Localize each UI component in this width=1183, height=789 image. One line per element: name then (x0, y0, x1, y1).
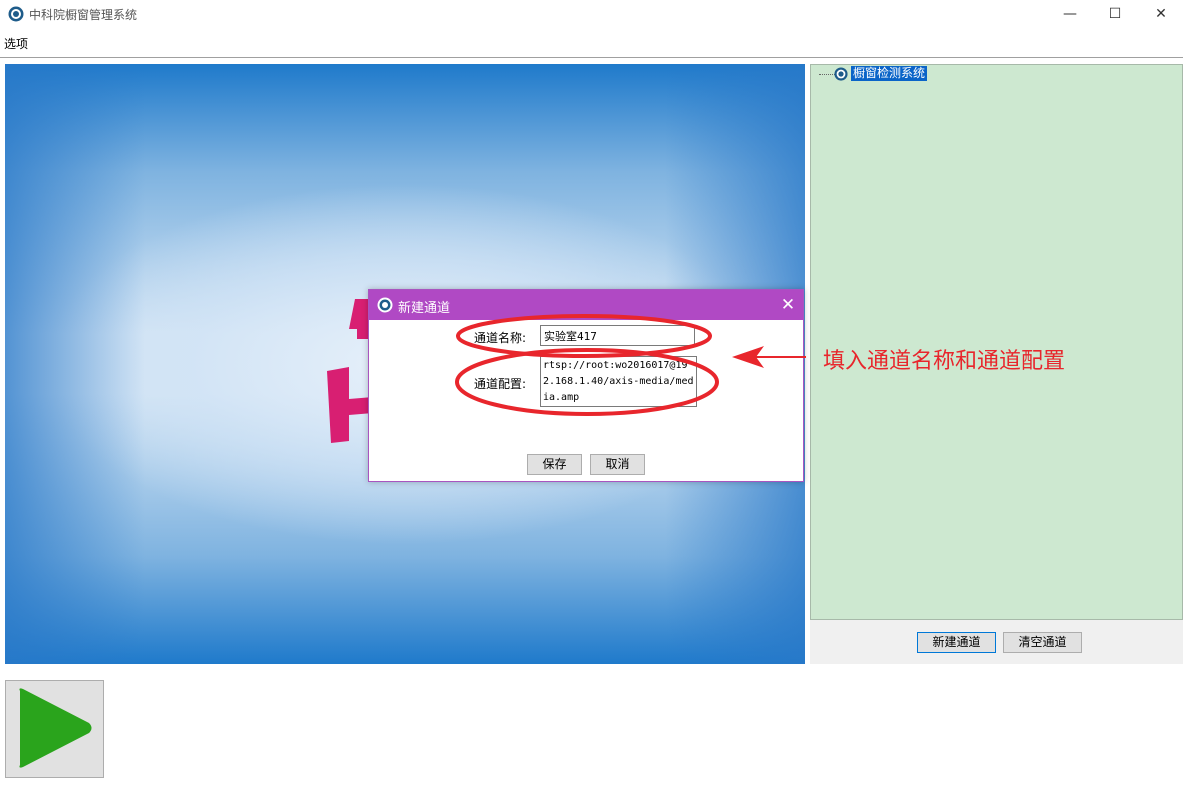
maximize-button[interactable]: ☐ (1092, 0, 1138, 30)
tree-connector (819, 74, 835, 75)
cancel-button[interactable]: 取消 (590, 454, 645, 475)
tree-button-bar (810, 620, 1183, 664)
new-channel-button[interactable]: 新建通道 (917, 632, 996, 653)
annotation-text: 填入通道名称和通道配置 (823, 349, 1066, 374)
channel-config-label: 通道配置: (474, 377, 527, 391)
window-titlebar: 中科院橱窗管理系统 — ☐ ✕ (0, 0, 1183, 30)
app-logo-icon (8, 6, 24, 22)
minimize-button[interactable]: — (1047, 0, 1093, 30)
play-button[interactable] (5, 680, 104, 778)
channel-config-input[interactable]: rtsp://root:wo2016017@192.168.1.40/axis-… (540, 356, 697, 407)
video-wall-left (5, 64, 145, 664)
dialog-close-icon[interactable]: ✕ (773, 293, 803, 317)
channel-name-input[interactable]: 实验室417 (540, 325, 695, 346)
menu-options[interactable]: 选项 (4, 35, 28, 52)
new-channel-dialog: 新建通道 ✕ 通道名称: 实验室417 通道配置: rtsp://root:wo… (368, 289, 804, 482)
window-title: 中科院橱窗管理系统 (29, 8, 138, 22)
menu-bar: 选项 (0, 32, 1183, 58)
close-button[interactable]: ✕ (1138, 0, 1183, 30)
channel-name-label: 通道名称: (474, 331, 527, 345)
save-button[interactable]: 保存 (527, 454, 582, 475)
tree-root-icon (834, 67, 848, 81)
dialog-titlebar: 新建通道 ✕ (369, 290, 803, 320)
tree-root-item[interactable]: 橱窗检测系统 (851, 66, 928, 81)
channel-tree-panel: 橱窗检测系统 (810, 64, 1183, 620)
clear-channel-button[interactable]: 清空通道 (1003, 632, 1082, 653)
play-icon (19, 688, 92, 768)
dialog-logo-icon (377, 297, 393, 313)
dialog-title: 新建通道 (398, 301, 451, 316)
